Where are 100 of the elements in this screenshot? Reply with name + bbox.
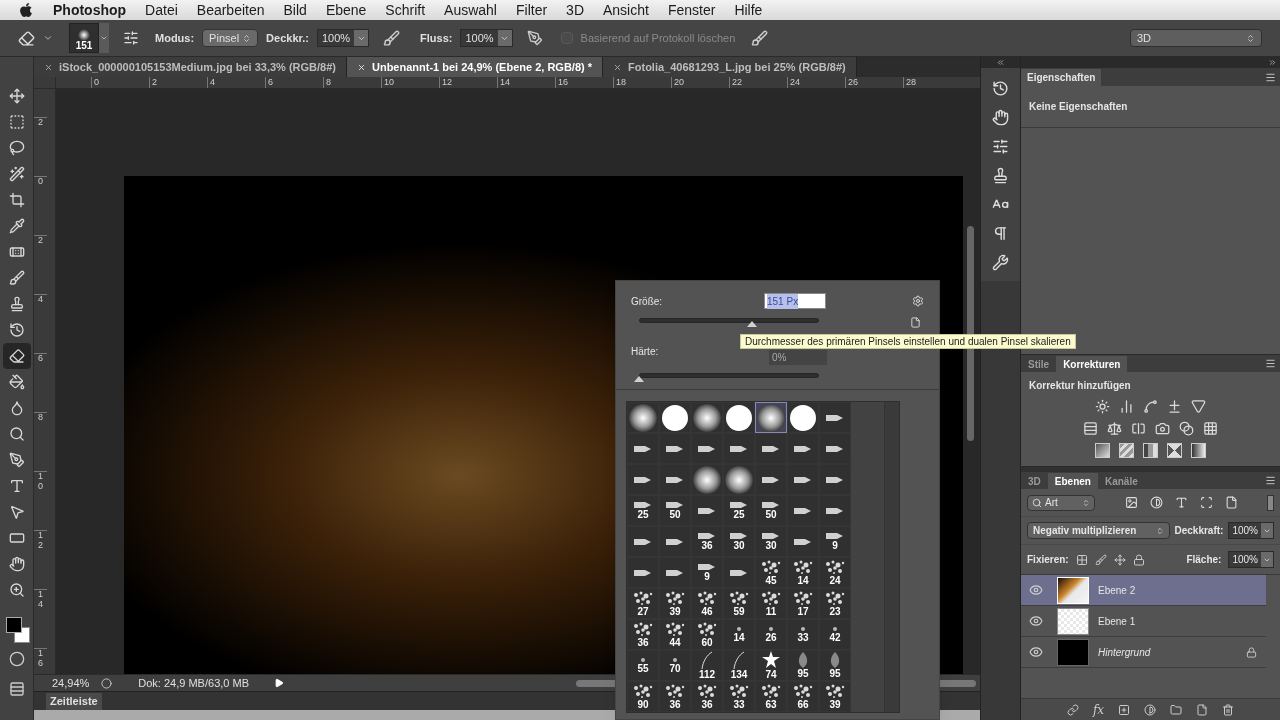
- layer-row[interactable]: Hintergrund: [1021, 637, 1266, 668]
- close-icon[interactable]: [613, 62, 623, 72]
- document-tab[interactable]: Fotolia_40681293_L.jpg bei 25% (RGB/8#): [603, 57, 857, 77]
- opacity-field[interactable]: 100%: [316, 29, 370, 47]
- panel-menu-icon[interactable]: [1265, 358, 1276, 369]
- brush-preset[interactable]: 70: [659, 650, 691, 681]
- timeline-tab[interactable]: Zeitleiste: [46, 693, 102, 710]
- brush-preset[interactable]: [627, 557, 659, 588]
- brush-preset[interactable]: [819, 464, 851, 495]
- slider-thumb[interactable]: [634, 376, 644, 382]
- brush-preset[interactable]: [787, 433, 819, 464]
- panel-menu-icon[interactable]: [1265, 72, 1276, 83]
- history-icon[interactable]: [992, 80, 1009, 97]
- brush-preset[interactable]: 27: [627, 588, 659, 619]
- brush-preset[interactable]: [787, 526, 819, 557]
- brush-preset[interactable]: [787, 464, 819, 495]
- document-icon[interactable]: [1224, 496, 1238, 509]
- brush-preset[interactable]: [723, 557, 755, 588]
- brush-preset[interactable]: [627, 526, 659, 557]
- brush-preset[interactable]: [755, 402, 787, 433]
- brush-preset[interactable]: 36: [691, 681, 723, 712]
- panel-tab[interactable]: Ebenen: [1047, 473, 1098, 489]
- brush-preset[interactable]: 60: [691, 619, 723, 650]
- new-layer-icon[interactable]: [1196, 703, 1209, 716]
- tool-button[interactable]: [2, 343, 31, 369]
- brush-preset[interactable]: 55: [627, 650, 659, 681]
- brush-preset[interactable]: 74: [755, 650, 787, 681]
- brush-preset[interactable]: 90: [627, 681, 659, 712]
- image-icon[interactable]: [1124, 496, 1138, 509]
- brush-preset[interactable]: 50: [755, 495, 787, 526]
- filter-select[interactable]: Art: [1027, 494, 1095, 511]
- brush-preset-picker[interactable]: 151: [69, 23, 99, 53]
- status-icon[interactable]: [101, 677, 113, 689]
- sun-icon[interactable]: [1095, 399, 1110, 414]
- lock-icon[interactable]: [1132, 553, 1145, 566]
- brush-preset[interactable]: [787, 495, 819, 526]
- panel-tab[interactable]: Stile: [1021, 356, 1057, 372]
- brush-preset[interactable]: 24: [819, 557, 851, 588]
- camera-icon[interactable]: [1155, 421, 1170, 436]
- brush-preset[interactable]: [659, 433, 691, 464]
- panel-menu-icon[interactable]: [1265, 475, 1276, 486]
- bars-icon[interactable]: [1083, 421, 1098, 436]
- tools-icon[interactable]: [992, 254, 1009, 271]
- brush-preset[interactable]: 33: [723, 681, 755, 712]
- brush-preset[interactable]: [723, 464, 755, 495]
- color-swatches[interactable]: [3, 617, 30, 643]
- shape-icon[interactable]: [1199, 496, 1213, 509]
- close-icon[interactable]: [44, 62, 53, 72]
- mode-select[interactable]: Pinsel: [202, 29, 259, 47]
- slider-thumb[interactable]: [747, 321, 758, 327]
- flow-field[interactable]: 100%: [460, 29, 513, 47]
- brush-preset[interactable]: 39: [819, 681, 851, 712]
- fill-field[interactable]: 100%: [1228, 551, 1274, 568]
- brush-preset[interactable]: 66: [787, 681, 819, 712]
- brush-preset[interactable]: 59: [723, 588, 755, 619]
- workspace-select[interactable]: 3D: [1130, 29, 1262, 47]
- histogram-icon[interactable]: [1119, 399, 1134, 414]
- panel-tab[interactable]: 3D: [1021, 473, 1048, 489]
- scale-icon[interactable]: [1107, 421, 1122, 436]
- mask-icon[interactable]: [1118, 703, 1131, 716]
- menu-item[interactable]: Bild: [283, 0, 307, 21]
- brush-preset[interactable]: [755, 433, 787, 464]
- document-tab[interactable]: Unbenannt-1 bei 24,9% (Ebene 2, RGB/8) *: [346, 57, 604, 77]
- opacity-field[interactable]: 100%: [1228, 522, 1274, 539]
- settings-icon[interactable]: [912, 295, 924, 307]
- brush-icon[interactable]: [1094, 553, 1107, 566]
- brush-preset[interactable]: 95: [787, 650, 819, 681]
- menu-item[interactable]: Photoshop: [53, 0, 127, 21]
- pressure-brush-icon[interactable]: [751, 29, 769, 47]
- curve-icon[interactable]: [1143, 399, 1158, 414]
- brush-preset[interactable]: 45: [755, 557, 787, 588]
- brush-preset[interactable]: [723, 433, 755, 464]
- brush-preset[interactable]: 36: [627, 619, 659, 650]
- menu-item[interactable]: Ansicht: [603, 0, 649, 21]
- move-icon[interactable]: [1113, 553, 1126, 566]
- brush-preset[interactable]: 9: [819, 526, 851, 557]
- menu-item[interactable]: Ebene: [325, 0, 367, 21]
- inverted-square-icon[interactable]: [1095, 443, 1110, 458]
- stamp-icon[interactable]: [992, 167, 1009, 184]
- brush-preset[interactable]: [627, 402, 659, 433]
- brush-preset[interactable]: 46: [691, 588, 723, 619]
- menu-item[interactable]: Fenster: [667, 0, 716, 21]
- quick-mask-icon[interactable]: [8, 651, 25, 667]
- brush-preset[interactable]: 50: [659, 495, 691, 526]
- brush-preset[interactable]: 36: [659, 681, 691, 712]
- menu-item[interactable]: Bearbeiten: [196, 0, 265, 21]
- brush-preset[interactable]: 44: [659, 619, 691, 650]
- brush-preset[interactable]: [659, 402, 691, 433]
- brush-preset[interactable]: 26: [755, 619, 787, 650]
- trash-icon[interactable]: [1222, 703, 1235, 716]
- stepped-square-icon[interactable]: [1143, 443, 1158, 458]
- brush-preset[interactable]: [691, 495, 723, 526]
- menu-item[interactable]: Filter: [515, 0, 548, 21]
- circles-icon[interactable]: [1179, 421, 1194, 436]
- size-field[interactable]: 151 Px: [764, 293, 826, 309]
- layer-row[interactable]: Ebene 1: [1021, 606, 1266, 637]
- brush-preset[interactable]: [819, 495, 851, 526]
- menu-item[interactable]: Datei: [145, 0, 178, 21]
- brush-preset[interactable]: 30: [755, 526, 787, 557]
- brush-preset[interactable]: [819, 433, 851, 464]
